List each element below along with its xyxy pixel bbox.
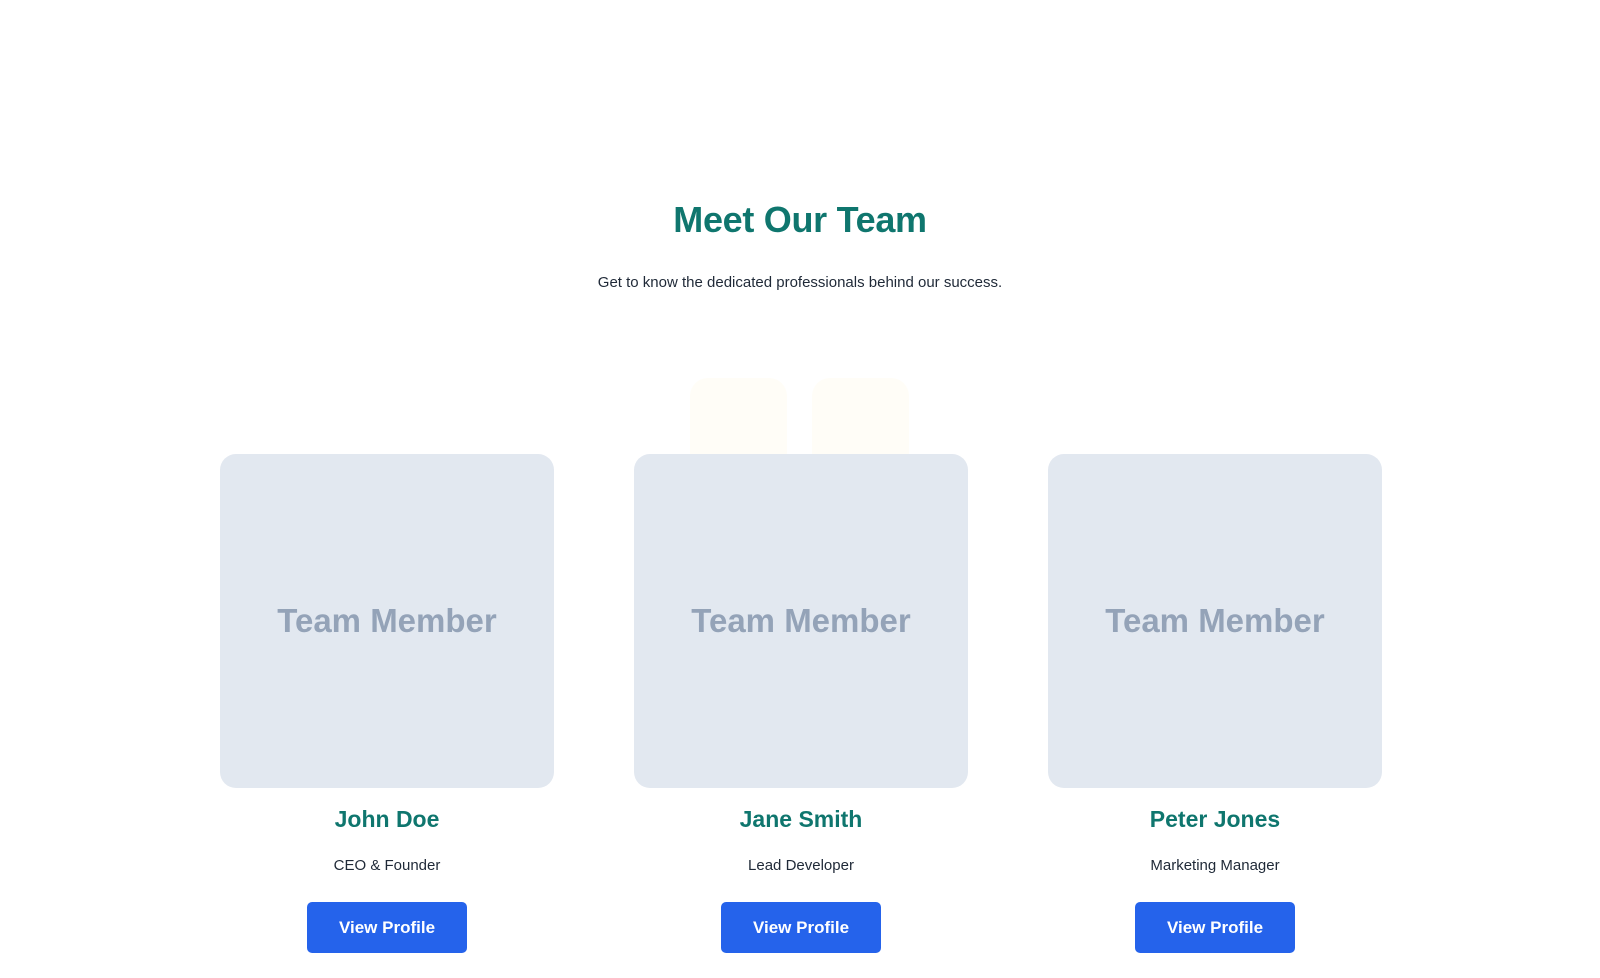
member-photo-placeholder: Team Member: [220, 454, 554, 788]
view-profile-button-peter-jones[interactable]: View Profile: [1135, 902, 1295, 953]
view-profile-button-jane-smith[interactable]: View Profile: [721, 902, 881, 953]
member-photo-placeholder: Team Member: [634, 454, 968, 788]
team-card-john-doe: Team Member John Doe CEO & Founder View …: [220, 454, 554, 968]
member-role: CEO & Founder: [333, 857, 441, 874]
section-subtitle: Get to know the dedicated professionals …: [597, 274, 1003, 291]
member-role: Lead Developer: [748, 857, 854, 874]
decorative-shape: [690, 378, 787, 458]
member-role: Marketing Manager: [1150, 857, 1280, 874]
team-card-jane-smith: Team Member Jane Smith Lead Developer Vi…: [634, 454, 968, 968]
member-photo-placeholder: Team Member: [1048, 454, 1382, 788]
team-page: Meet Our Team Get to know the dedicated …: [0, 0, 1600, 978]
section-title: Meet Our Team: [673, 199, 927, 240]
view-profile-button-john-doe[interactable]: View Profile: [307, 902, 467, 953]
member-name: Peter Jones: [1149, 806, 1281, 832]
member-name: John Doe: [334, 806, 440, 832]
member-name: Jane Smith: [739, 806, 863, 832]
team-card-peter-jones: Team Member Peter Jones Marketing Manage…: [1048, 454, 1382, 968]
decorative-shape: [812, 378, 909, 458]
